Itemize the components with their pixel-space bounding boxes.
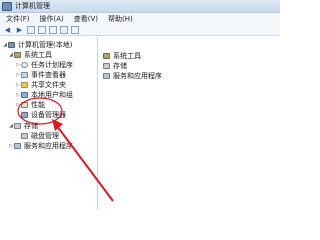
highlight-circle [17, 97, 63, 125]
annotation-overlay [17, 97, 114, 202]
arrow-head-icon [52, 119, 63, 131]
red-arrow [56, 125, 114, 202]
